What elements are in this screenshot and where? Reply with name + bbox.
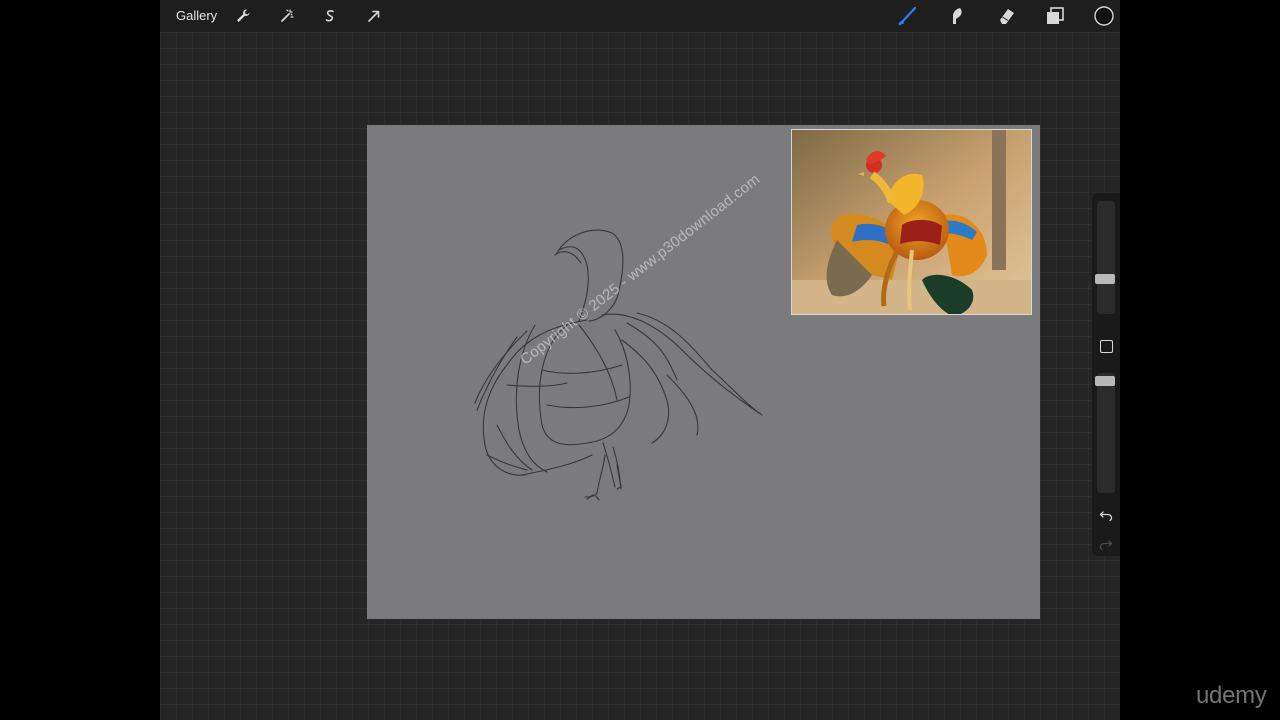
brush-tool-button[interactable]: [897, 5, 919, 27]
color-icon: [1094, 6, 1114, 26]
redo-button[interactable]: [1098, 536, 1114, 552]
color-button[interactable]: [1093, 5, 1115, 27]
selection-button[interactable]: [319, 5, 341, 27]
eraser-tool-button[interactable]: [996, 5, 1018, 27]
brush-size-slider[interactable]: [1097, 201, 1115, 314]
brush-size-thumb[interactable]: [1095, 274, 1115, 285]
udemy-logo: udemy: [1196, 682, 1267, 709]
rooster-photo: [792, 130, 1031, 314]
opacity-thumb[interactable]: [1095, 376, 1115, 387]
layers-icon: [1047, 7, 1064, 24]
wrench-icon: [237, 9, 250, 22]
actions-button[interactable]: [232, 5, 254, 27]
redo-icon: [1099, 540, 1113, 551]
smudge-tool-button[interactable]: [946, 5, 968, 27]
adjustments-button[interactable]: [276, 5, 298, 27]
opacity-slider[interactable]: [1097, 373, 1115, 493]
smudge-icon: [953, 8, 962, 24]
gallery-button[interactable]: Gallery: [172, 6, 221, 26]
brush-icon: [898, 6, 917, 26]
layers-button[interactable]: [1044, 5, 1066, 27]
magic-wand-icon: [281, 9, 294, 22]
drawing-canvas[interactable]: Copyright © 2025 - www.p30download.com: [367, 125, 1040, 619]
top-toolbar: Gallery: [160, 0, 1120, 32]
undo-icon: [1099, 511, 1113, 522]
reference-photo: [791, 129, 1032, 315]
procreate-app: Gallery Copyright © 2025 - www.p30downlo…: [160, 0, 1120, 720]
modify-button[interactable]: [1100, 340, 1113, 353]
eraser-icon: [1000, 9, 1014, 24]
undo-button[interactable]: [1098, 507, 1114, 523]
selection-icon: [325, 10, 334, 22]
transform-button[interactable]: [363, 5, 385, 27]
side-toolbar: [1092, 193, 1120, 556]
transform-arrow-icon: [368, 10, 380, 22]
